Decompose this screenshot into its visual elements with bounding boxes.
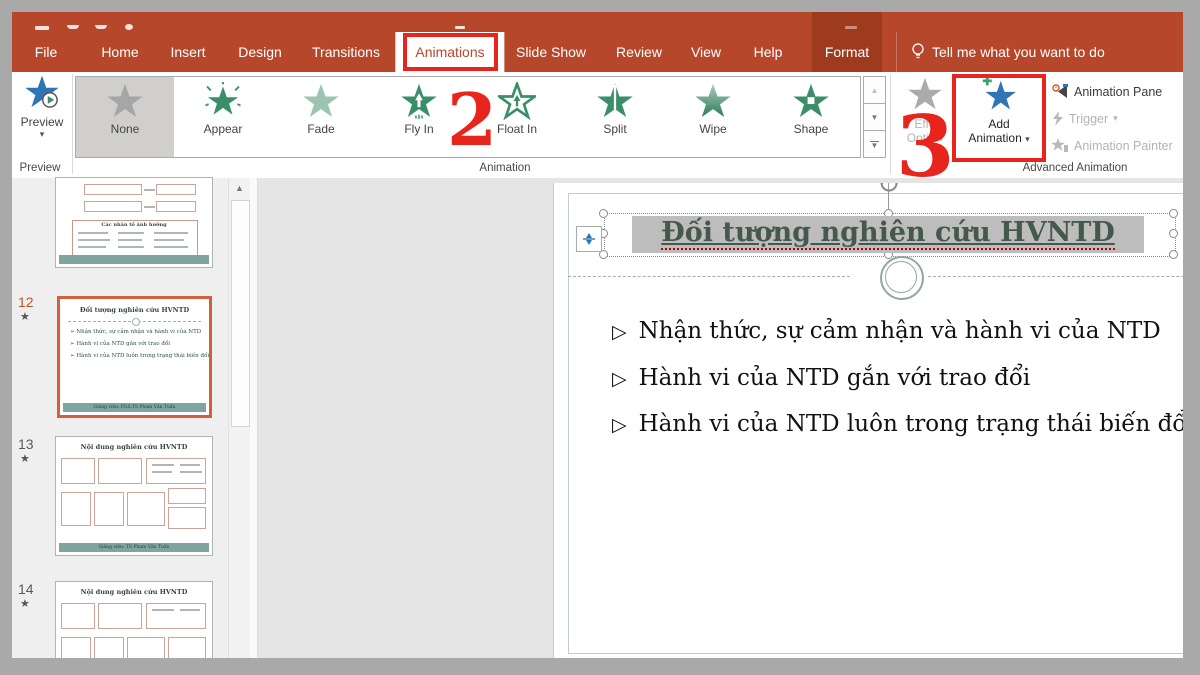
tab-design[interactable]: Design [238, 32, 282, 72]
slide-number-13: 13 [18, 436, 34, 452]
thumbnail-scrollbar[interactable]: ▲ [228, 178, 250, 658]
bullet-arrow-icon: ▷ [612, 414, 627, 436]
undo-icon[interactable] [67, 25, 79, 29]
autofit-options-button[interactable] [576, 226, 602, 252]
template-divider-line [928, 276, 1183, 277]
tab-format[interactable]: Format [812, 32, 882, 72]
title-highlight: Đối tượng nghiên cứu HVNTD [632, 216, 1144, 253]
preview-dropdown-caret[interactable]: ▾ [14, 129, 70, 140]
tab-help[interactable]: Help [754, 32, 783, 72]
tell-me-label: Tell me what you want to do [932, 44, 1105, 60]
annotation-box-add-animation [952, 74, 1046, 162]
slide-bullet[interactable]: ▷Nhận thức, sự cảm nhận và hành vi của N… [612, 318, 1161, 344]
slide-thumbnail-panel: Các nhân tố ảnh hưởng 12 ★ Đối tượng ngh… [12, 178, 250, 658]
title-text-fragment [845, 26, 857, 29]
thumbnail-slide-14[interactable]: Nội dung nghiên cứu HVNTD [55, 581, 213, 658]
appear-star-icon [204, 82, 242, 120]
animation-fade[interactable]: Fade [272, 77, 370, 157]
split-star-icon [596, 82, 634, 120]
slide-editor-area: Đối tượng nghiên cứu HVNTD ▷Nhận thức, [258, 178, 1183, 658]
shape-star-icon [792, 82, 830, 120]
thumbnail-slide-13[interactable]: Nội dung nghiên cứu HVNTD Giảng viên: TS… [55, 436, 213, 556]
title-bar [12, 12, 1183, 32]
thumbnail-footer-bar [59, 255, 209, 264]
group-label-animation: Animation [479, 162, 530, 174]
float-in-star-icon [498, 82, 536, 120]
lightbulb-icon [911, 43, 925, 61]
animation-appear[interactable]: Appear [174, 77, 272, 157]
tab-file[interactable]: File [35, 32, 58, 72]
slide-title-text[interactable]: Đối tượng nghiên cứu HVNTD [661, 219, 1115, 249]
slide-canvas[interactable]: Đối tượng nghiên cứu HVNTD ▷Nhận thức, [554, 183, 1183, 658]
scrollbar-thumb[interactable] [231, 200, 250, 427]
thumbnail-slide-11[interactable]: Các nhân tố ảnh hưởng [55, 177, 213, 268]
thumbnail-slide-12[interactable]: Đối tượng nghiên cứu HVNTD ➢ Nhận thức, … [57, 296, 212, 418]
preview-star-icon [24, 74, 60, 110]
animation-pane-icon [1052, 84, 1069, 99]
tab-view[interactable]: View [691, 32, 721, 72]
annotation-number-2: 2 [447, 84, 497, 156]
animation-painter-button: Animation Painter [1052, 138, 1173, 153]
tab-review[interactable]: Review [616, 32, 662, 72]
gallery-scroll-controls: ▲ ▼ ▼ [863, 76, 886, 158]
group-separator [72, 74, 73, 174]
selection-handle[interactable] [1169, 250, 1178, 259]
slide-bullet[interactable]: ▷Hành vi của NTD gắn với trao đổi [612, 365, 1030, 391]
fade-star-icon [302, 82, 340, 120]
title-text-fragment [455, 26, 465, 29]
tab-insert[interactable]: Insert [170, 32, 205, 72]
none-star-icon [106, 82, 144, 120]
animation-none[interactable]: None [76, 77, 174, 157]
template-circle-ornament-inner [885, 261, 917, 293]
preview-button[interactable]: Preview ▾ [14, 74, 70, 160]
tab-home[interactable]: Home [101, 32, 138, 72]
tab-transitions[interactable]: Transitions [312, 32, 380, 72]
scrollbar-up-arrow[interactable]: ▲ [229, 178, 250, 198]
workspace: Các nhân tố ảnh hưởng 12 ★ Đối tượng ngh… [12, 178, 1183, 658]
selection-handle[interactable] [1169, 209, 1178, 218]
animation-painter-icon [1052, 138, 1069, 153]
advanced-animation-group: Animation Pane Trigger ▾ Animation Paint… [1052, 76, 1183, 160]
trigger-lightning-icon [1052, 111, 1064, 126]
autofit-icon [581, 230, 597, 248]
fly-in-star-icon [400, 82, 438, 120]
gallery-expand-button[interactable]: ▼ [863, 131, 886, 158]
slide-number-14: 14 [18, 581, 34, 597]
group-label-preview: Preview [20, 162, 61, 174]
redo-icon[interactable] [95, 25, 107, 29]
template-divider-line [568, 276, 850, 277]
animation-pane-button[interactable]: Animation Pane [1052, 84, 1162, 99]
animation-wipe[interactable]: Wipe [664, 77, 762, 157]
gallery-scroll-up-button[interactable]: ▲ [863, 76, 886, 104]
ribbon-tab-row: Format File Home Insert Design Transitio… [12, 32, 1183, 72]
group-label-advanced-animation: Advanced Animation [1023, 162, 1128, 174]
animation-indicator-icon[interactable]: ★ [20, 597, 30, 610]
trigger-button: Trigger ▾ [1052, 111, 1118, 126]
start-slideshow-icon[interactable] [125, 24, 133, 30]
animation-indicator-icon[interactable]: ★ [20, 310, 30, 323]
selection-handle[interactable] [1169, 229, 1178, 238]
bullet-arrow-icon: ▷ [612, 321, 627, 343]
animation-shape[interactable]: Shape [762, 77, 860, 157]
group-separator [890, 74, 891, 174]
bullet-arrow-icon: ▷ [612, 368, 627, 390]
tell-me-box[interactable]: Tell me what you want to do [896, 32, 1105, 72]
slide-bullet[interactable]: ▷Hành vi của NTD luôn trong trạng thái b… [612, 411, 1183, 437]
slide-number-12: 12 [18, 294, 34, 310]
panel-splitter[interactable] [250, 178, 258, 658]
annotation-box-animations-tab [403, 33, 498, 71]
selection-handle[interactable] [599, 209, 608, 218]
animation-split[interactable]: Split [566, 77, 664, 157]
annotation-number-3: 3 [896, 105, 954, 189]
animation-indicator-icon[interactable]: ★ [20, 452, 30, 465]
gallery-scroll-down-button[interactable]: ▼ [863, 104, 886, 131]
wipe-star-icon [694, 82, 732, 120]
contextual-tab-header-strip [812, 12, 882, 32]
tab-slide-show[interactable]: Slide Show [516, 32, 586, 72]
save-icon[interactable] [35, 26, 49, 30]
